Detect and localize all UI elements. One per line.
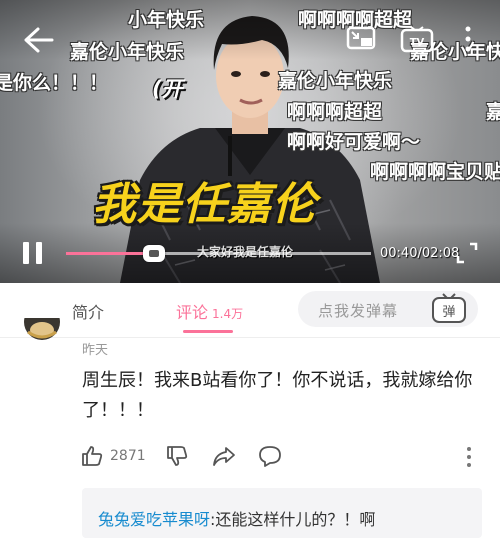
danmaku-input-placeholder: 点我发弹幕 [318, 302, 399, 320]
back-arrow-icon[interactable] [20, 26, 56, 54]
danmaku-comment: 小年快乐 [128, 9, 205, 31]
active-tab-indicator [183, 330, 233, 333]
share-icon[interactable] [212, 444, 236, 468]
danmaku-comment: 是你么！！！ [0, 72, 109, 94]
tab-comments-count: 1.4万 [212, 307, 244, 321]
tab-intro[interactable]: 简介 [72, 299, 104, 323]
danmaku-toggle-label: 弹 [442, 305, 455, 320]
tv-cast-icon[interactable]: TV [400, 26, 434, 54]
comment-more-icon[interactable] [466, 446, 472, 468]
reply-preview[interactable]: 兔兔爱吃苹果呀:还能这样什儿的？！啊 [82, 488, 482, 538]
fullscreen-icon[interactable] [456, 242, 478, 264]
danmaku-comment: 嘉伦小年快乐 [278, 70, 393, 92]
danmaku-comment: 啊啊啊超超 [287, 101, 383, 123]
reply-comment-icon[interactable] [258, 444, 282, 468]
progress-thumb[interactable] [143, 245, 165, 262]
thumbs-down-icon[interactable] [165, 444, 189, 468]
playback-time: 00:40/02:08 [380, 246, 460, 261]
like-count: 2871 [110, 448, 146, 464]
danmaku-toggle-icon[interactable]: 弹 [430, 293, 468, 325]
reply-text: :还能这样什儿的？！啊 [210, 510, 376, 529]
more-vertical-icon[interactable] [463, 24, 473, 54]
reply-line: 兔兔爱吃苹果呀:还能这样什儿的？！啊 [98, 506, 375, 530]
danmaku-comment: 嘉 [486, 101, 500, 123]
danmaku-comment: 啊啊啊啊宝贝贴贴 [370, 161, 500, 183]
video-paren-text: (开 [152, 77, 183, 101]
svg-text:TV: TV [410, 37, 425, 48]
tab-comments[interactable]: 评论 1.4万 [176, 299, 243, 323]
tab-comments-label: 评论 [176, 303, 209, 322]
pause-button[interactable] [21, 242, 45, 264]
video-player[interactable]: 小年快乐 啊啊啊啊超超 嘉伦小年快乐 嘉伦小年快乐 是你么！！！ 嘉伦小年快乐 … [0, 0, 500, 283]
video-caption: 我是任嘉伦 [92, 179, 317, 230]
picture-in-picture-icon[interactable] [346, 26, 376, 52]
comment-text: 周生辰！我来B站看你了！你不说话，我就嫁给你了！！！ [82, 370, 473, 421]
thumbs-up-icon[interactable] [80, 444, 104, 468]
danmaku-comment: 啊啊好可爱啊～ [287, 131, 421, 153]
danmaku-comment: 嘉伦小年快乐 [70, 41, 185, 63]
reply-username[interactable]: 兔兔爱吃苹果呀 [98, 510, 210, 529]
progress-fill [66, 252, 154, 255]
avatar[interactable] [22, 318, 62, 354]
comment-date: 昨天 [82, 343, 109, 358]
